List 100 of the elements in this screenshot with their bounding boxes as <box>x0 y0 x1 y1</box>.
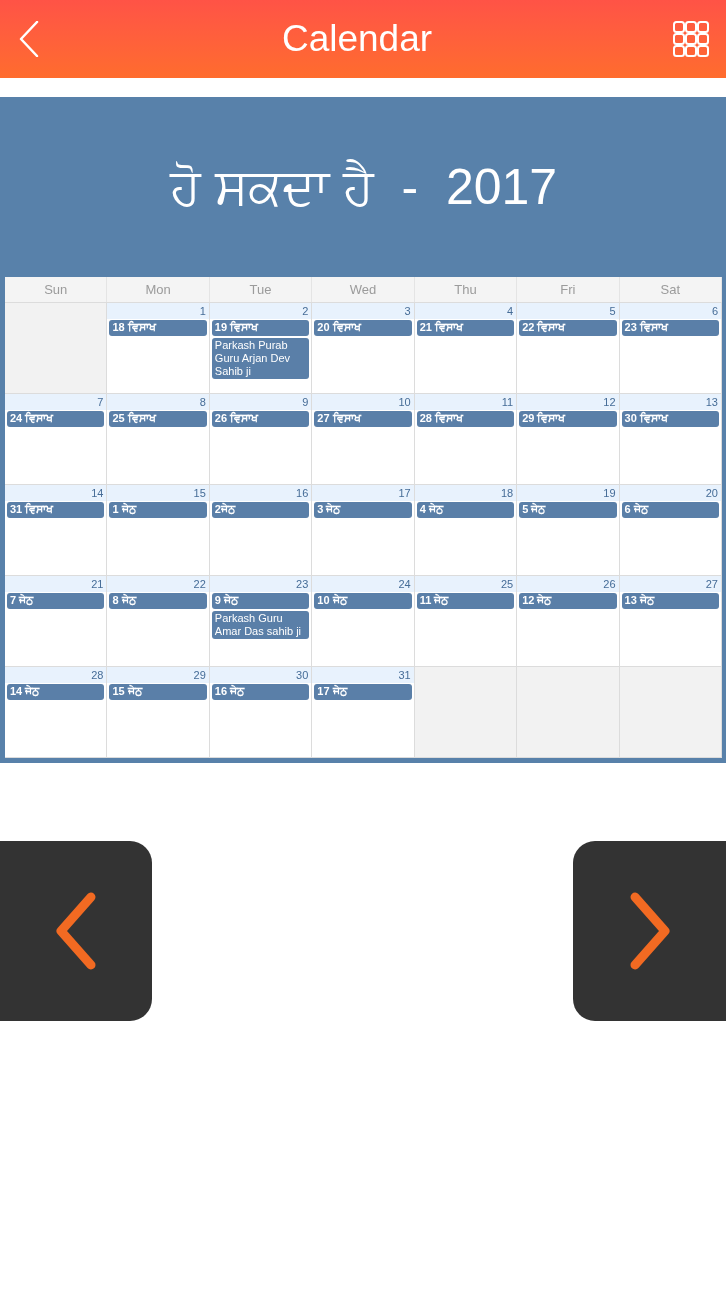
calendar-day-cell[interactable]: 12 29 ਵਿਸਾਖ <box>517 394 620 485</box>
month-year-title: ਹੋ ਸਕਦਾ ਹੈ - 2017 <box>169 158 558 217</box>
calendar-day-cell[interactable]: 9 26 ਵਿਸਾਖ <box>209 394 313 485</box>
calendar-event[interactable]: 25 ਵਿਸਾਖ <box>109 411 207 427</box>
calendar-event[interactable]: 6 ਜੇਠ <box>621 502 719 518</box>
day-number: 16 <box>209 485 312 501</box>
calendar-day-cell[interactable]: 18 4 ਜੇਠ <box>414 485 518 576</box>
weekday-label: Tue <box>249 280 272 299</box>
calendar-day-cell[interactable]: 27 13 ਜੇਠ <box>619 576 722 667</box>
calendar-day-cell[interactable]: 25 11 ਜੇਠ <box>414 576 518 667</box>
calendar-day-cell[interactable]: 6 23 ਵਿਸਾਖ <box>619 303 722 394</box>
calendar-event[interactable]: 14 ਜੇਠ <box>7 684 105 700</box>
calendar-day-cell[interactable]: 20 6 ਜੇਠ <box>619 485 722 576</box>
calendar-day-cell[interactable]: 24 10 ਜੇਠ <box>312 576 415 667</box>
calendar-day-cell[interactable]: 3 20 ਵਿਸਾਖ <box>312 303 415 394</box>
day-number: 4 <box>414 303 517 319</box>
weekday-label: Sun <box>44 280 68 299</box>
calendar-event[interactable]: 20 ਵਿਸਾਖ <box>314 320 412 336</box>
day-number: 29 <box>107 667 209 683</box>
calendar-event[interactable]: 9 ਜੇਠ <box>211 593 310 609</box>
day-number: 11 <box>414 394 517 410</box>
calendar-day-cell[interactable]: 22 8 ਜੇਠ <box>107 576 210 667</box>
calendar-event[interactable]: 15 ਜੇਠ <box>109 684 207 700</box>
calendar-event[interactable]: 13 ਜੇਠ <box>621 593 719 609</box>
calendar-day-cell[interactable]: 13 30 ਵਿਸਾਖ <box>619 394 722 485</box>
day-number: 18 <box>414 485 517 501</box>
calendar-event[interactable]: 19 ਵਿਸਾਖ <box>211 320 310 336</box>
day-number: 3 <box>312 303 414 319</box>
calendar-day-cell[interactable]: 28 14 ਜੇਠ <box>5 667 108 758</box>
day-number: 20 <box>619 485 721 501</box>
day-number: 12 <box>517 394 619 410</box>
grid-icon <box>673 21 709 57</box>
previous-month-button[interactable] <box>0 841 152 1021</box>
day-number: 21 <box>5 576 107 592</box>
calendar-day-cell[interactable]: 14 31 ਵਿਸਾਖ <box>5 485 108 576</box>
calendar-day-cell[interactable]: 7 24 ਵਿਸਾਖ <box>5 394 108 485</box>
calendar-day-cell[interactable]: 10 27 ਵਿਸਾਖ <box>312 394 415 485</box>
day-number: 2 <box>209 303 312 319</box>
weekday-label: Wed <box>349 280 377 299</box>
calendar-event[interactable]: 11 ਜੇਠ <box>416 593 515 609</box>
calendar-event[interactable]: 17 ਜੇਠ <box>314 684 412 700</box>
day-number: 13 <box>619 394 721 410</box>
calendar-day-cell[interactable]: 4 21 ਵਿਸਾਖ <box>414 303 518 394</box>
calendar-event[interactable]: 23 ਵਿਸਾਖ <box>621 320 719 336</box>
day-number: 15 <box>107 485 209 501</box>
calendar-event[interactable]: 4 ਜੇਠ <box>416 502 515 518</box>
calendar-day-cell[interactable]: 19 5 ਜੇਠ <box>517 485 620 576</box>
calendar-day-cell[interactable]: 30 16 ਜੇਠ <box>209 667 313 758</box>
calendar-event[interactable]: 31 ਵਿਸਾਖ <box>7 502 105 518</box>
weekday-label: Thu <box>454 280 477 299</box>
calendar-day-cell[interactable]: 17 3 ਜੇਠ <box>312 485 415 576</box>
calendar-event[interactable]: 26 ਵਿਸਾਖ <box>211 411 310 427</box>
weekday-label: Mon <box>145 280 171 299</box>
calendar-event[interactable]: 28 ਵਿਸਾਖ <box>416 411 515 427</box>
calendar-day-cell[interactable]: 16 2ਜੇਠ <box>209 485 313 576</box>
calendar-event[interactable]: Parkash Guru Amar Das sahib ji <box>211 611 310 639</box>
calendar-event[interactable]: Parkash Purab Guru Arjan Dev Sahib ji <box>211 338 310 379</box>
calendar-event[interactable]: 29 ਵਿਸਾਖ <box>519 411 617 427</box>
calendar-day-cell[interactable]: 23 9 ਜੇਠ Parkash Guru Amar Das sahib ji <box>209 576 313 667</box>
calendar-event[interactable]: 27 ਵਿਸਾਖ <box>314 411 412 427</box>
day-number: 9 <box>209 394 312 410</box>
calendar-event[interactable]: 22 ਵਿਸਾਖ <box>519 320 617 336</box>
calendar-event[interactable]: 2ਜੇਠ <box>211 502 310 518</box>
calendar-day-cell[interactable]: 5 22 ਵਿਸਾਖ <box>517 303 620 394</box>
grid-menu-button[interactable] <box>672 20 710 58</box>
day-number: 30 <box>209 667 312 683</box>
calendar-event[interactable]: 18 ਵਿਸਾਖ <box>109 320 207 336</box>
next-month-button[interactable] <box>573 841 726 1021</box>
day-number: 25 <box>414 576 517 592</box>
day-number: 19 <box>517 485 619 501</box>
calendar-event[interactable]: 7 ਜੇਠ <box>7 593 105 609</box>
day-number: 14 <box>5 485 107 501</box>
calendar-event[interactable]: 24 ਵਿਸਾਖ <box>7 411 105 427</box>
calendar-day-cell[interactable]: 21 7 ਜੇਠ <box>5 576 108 667</box>
calendar-day-cell[interactable]: 26 12 ਜੇਠ <box>517 576 620 667</box>
calendar-event[interactable]: 21 ਵਿਸਾਖ <box>416 320 515 336</box>
calendar-day-cell[interactable]: 1 18 ਵਿਸਾਖ <box>107 303 210 394</box>
calendar-event[interactable]: 5 ਜੇਠ <box>519 502 617 518</box>
day-number: 22 <box>107 576 209 592</box>
calendar-event[interactable]: 30 ਵਿਸਾਖ <box>621 411 719 427</box>
calendar-day-cell[interactable]: 29 15 ਜੇਠ <box>107 667 210 758</box>
calendar-day-cell[interactable]: 15 1 ਜੇਠ <box>107 485 210 576</box>
calendar-event[interactable]: 10 ਜੇਠ <box>314 593 412 609</box>
calendar-event[interactable]: 8 ਜੇਠ <box>109 593 207 609</box>
header-title: Calendar <box>281 17 433 61</box>
calendar-event[interactable]: 3 ਜੇਠ <box>314 502 412 518</box>
day-number: 5 <box>517 303 619 319</box>
calendar-day-cell[interactable]: 2 19 ਵਿਸਾਖ Parkash Purab Guru Arjan Dev Sahib ji <box>209 303 313 394</box>
calendar-day-cell[interactable]: 8 25 ਵਿਸਾਖ <box>107 394 210 485</box>
day-number: 17 <box>312 485 414 501</box>
day-number: 24 <box>312 576 414 592</box>
day-number: 8 <box>107 394 209 410</box>
calendar-day-cell[interactable]: 31 17 ਜੇਠ <box>312 667 415 758</box>
calendar-event[interactable]: 12 ਜੇਠ <box>519 593 617 609</box>
calendar-day-cell[interactable]: 11 28 ਵਿਸਾਖ <box>414 394 518 485</box>
calendar-event[interactable]: 1 ਜੇਠ <box>109 502 207 518</box>
day-number: 23 <box>209 576 312 592</box>
day-number: 6 <box>619 303 721 319</box>
calendar-event[interactable]: 16 ਜੇਠ <box>211 684 310 700</box>
day-number: 28 <box>5 667 107 683</box>
